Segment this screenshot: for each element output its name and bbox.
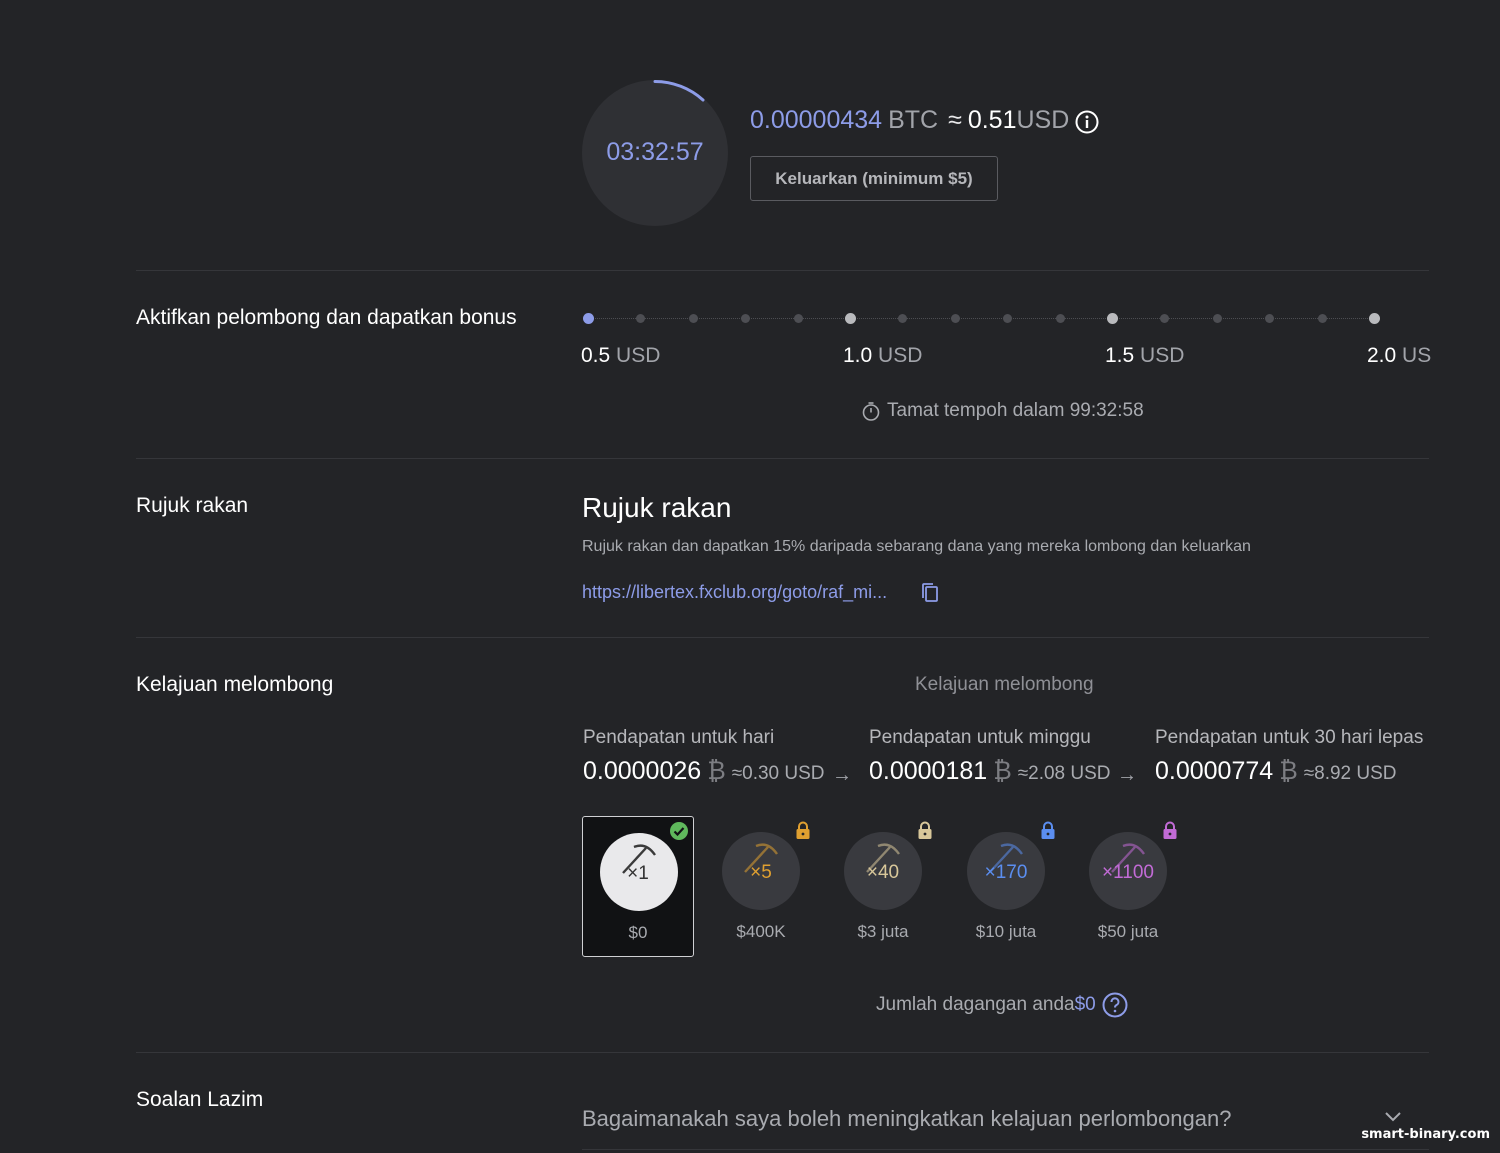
btc-balance: 0.00000434 bbox=[750, 106, 883, 134]
referral-description: Rujuk rakan dan dapatkan 15% daripada se… bbox=[582, 538, 1251, 555]
level-multiplier: ×5 bbox=[750, 862, 772, 883]
earnings-value: 0.0000026 bbox=[583, 757, 702, 785]
usd-unit: USD bbox=[1016, 106, 1070, 134]
progress-dot bbox=[793, 314, 803, 323]
progress-dot bbox=[1003, 314, 1013, 323]
faq-section-title: Soalan Lazim bbox=[136, 1088, 264, 1111]
bitcoin-icon: ₿ bbox=[993, 757, 1012, 785]
bonus-section-title: Aktifkan pelombong dan dapatkan bonus bbox=[136, 306, 517, 329]
lock-icon bbox=[1038, 820, 1058, 840]
progress-dot bbox=[636, 314, 646, 323]
speed-caption: Kelajuan melombong bbox=[915, 674, 1094, 695]
mining-timer: 03:32:57 bbox=[582, 80, 728, 226]
faq-divider bbox=[582, 1149, 1429, 1150]
progress-dot bbox=[741, 314, 751, 323]
stopwatch-icon bbox=[862, 402, 880, 421]
referral-heading: Rujuk rakan bbox=[582, 492, 732, 523]
earnings-usd: ≈2.08 USD bbox=[1017, 763, 1111, 784]
copy-icon[interactable] bbox=[920, 582, 940, 604]
level-price: $3 juta bbox=[857, 922, 909, 941]
bonus-expiry: Tamat tempoh dalam 99:32:58 bbox=[861, 400, 1144, 422]
referral-section-title: Rujuk rakan bbox=[136, 494, 249, 517]
speed-level-card[interactable]: ×170 $10 juta bbox=[950, 816, 1062, 957]
level-price: $50 juta bbox=[1097, 922, 1159, 941]
trade-volume: Jumlah dagangan anda $0 bbox=[876, 992, 1128, 1018]
bitcoin-icon: ₿ bbox=[707, 757, 726, 785]
referral-link[interactable]: https://libertex.fxclub.org/goto/raf_mi.… bbox=[582, 582, 887, 603]
milestone-label: 2.0 US bbox=[1367, 344, 1432, 367]
progress-dot bbox=[1317, 314, 1327, 323]
progress-dot bbox=[1265, 314, 1275, 323]
earnings-usd: ≈8.92 USD bbox=[1303, 763, 1397, 784]
earnings-30-days: Pendapatan untuk 30 hari lepas 0.0000774… bbox=[1155, 727, 1423, 786]
earnings-week: Pendapatan untuk minggu 0.0000181 ₿ ≈2.0… bbox=[869, 727, 1111, 786]
trade-volume-amount: $0 bbox=[1074, 994, 1096, 1015]
chevron-down-icon[interactable] bbox=[1383, 1110, 1403, 1124]
check-circle-icon bbox=[669, 821, 689, 841]
bonus-progress-track bbox=[588, 318, 1374, 319]
level-price: $400K bbox=[736, 922, 786, 941]
lock-icon bbox=[793, 820, 813, 840]
progress-dot bbox=[1212, 314, 1222, 323]
usd-balance: 0.51 bbox=[967, 106, 1017, 134]
approx-sign: ≈ bbox=[948, 106, 962, 134]
arrow-right-icon: → bbox=[832, 764, 852, 786]
timer-value: 03:32:57 bbox=[606, 138, 704, 166]
speed-level-card[interactable]: ×1 $0 bbox=[582, 816, 694, 957]
level-multiplier: ×1100 bbox=[1102, 862, 1154, 883]
level-multiplier: ×40 bbox=[866, 862, 900, 883]
section-divider bbox=[136, 270, 1429, 271]
speed-level-card[interactable]: ×1100 $50 juta bbox=[1072, 816, 1184, 957]
milestone-label: 1.0 USD bbox=[843, 344, 923, 367]
progress-dot bbox=[688, 314, 698, 323]
earnings-day: Pendapatan untuk hari 0.0000026 ₿ ≈0.30 … bbox=[583, 727, 825, 786]
trade-volume-label: Jumlah dagangan anda bbox=[876, 994, 1075, 1015]
earnings-label: Pendapatan untuk 30 hari lepas bbox=[1155, 727, 1424, 748]
progress-dot bbox=[1055, 314, 1065, 323]
speed-level-card[interactable]: ×40 $3 juta bbox=[827, 816, 939, 957]
expiry-text: Tamat tempoh dalam 99:32:58 bbox=[887, 400, 1144, 421]
lock-icon bbox=[1160, 820, 1180, 840]
level-multiplier: ×170 bbox=[984, 862, 1028, 883]
watermark: smart-binary.com bbox=[1361, 1127, 1490, 1142]
btc-unit: BTC bbox=[888, 106, 939, 134]
earnings-value: 0.0000774 bbox=[1155, 757, 1274, 785]
speed-section-title: Kelajuan melombong bbox=[136, 673, 334, 696]
earnings-usd: ≈0.30 USD bbox=[731, 763, 825, 784]
milestone-dot bbox=[1369, 313, 1380, 324]
level-price: $10 juta bbox=[975, 922, 1037, 941]
section-divider bbox=[136, 1052, 1429, 1053]
milestone-dot bbox=[845, 313, 856, 324]
info-icon[interactable] bbox=[1075, 110, 1099, 134]
bitcoin-icon: ₿ bbox=[1279, 757, 1298, 785]
milestone-label: 0.5 USD bbox=[581, 344, 661, 367]
progress-dot bbox=[950, 314, 960, 323]
progress-dot bbox=[898, 314, 908, 323]
milestone-label: 1.5 USD bbox=[1105, 344, 1185, 367]
level-price: $0 bbox=[628, 923, 648, 942]
speed-level-card[interactable]: ×5 $400K bbox=[705, 816, 817, 957]
earnings-label: Pendapatan untuk minggu bbox=[869, 727, 1091, 748]
earnings-label: Pendapatan untuk hari bbox=[583, 727, 775, 748]
level-multiplier: ×1 bbox=[627, 863, 649, 884]
milestone-dot bbox=[583, 313, 594, 324]
faq-question[interactable]: Bagaimanakah saya boleh meningkatkan kel… bbox=[582, 1106, 1231, 1132]
arrow-right-icon: → bbox=[1117, 764, 1137, 786]
progress-dot bbox=[1160, 314, 1170, 323]
withdraw-button[interactable]: Keluarkan (minimum $5) bbox=[750, 156, 998, 201]
milestone-dot bbox=[1107, 313, 1118, 324]
earnings-value: 0.0000181 bbox=[869, 757, 988, 785]
help-icon[interactable] bbox=[1102, 992, 1128, 1018]
balance-display: 0.00000434 BTC ≈ 0.51 USD bbox=[750, 106, 1099, 135]
section-divider bbox=[136, 458, 1429, 459]
lock-icon bbox=[915, 820, 935, 840]
section-divider bbox=[136, 637, 1429, 638]
